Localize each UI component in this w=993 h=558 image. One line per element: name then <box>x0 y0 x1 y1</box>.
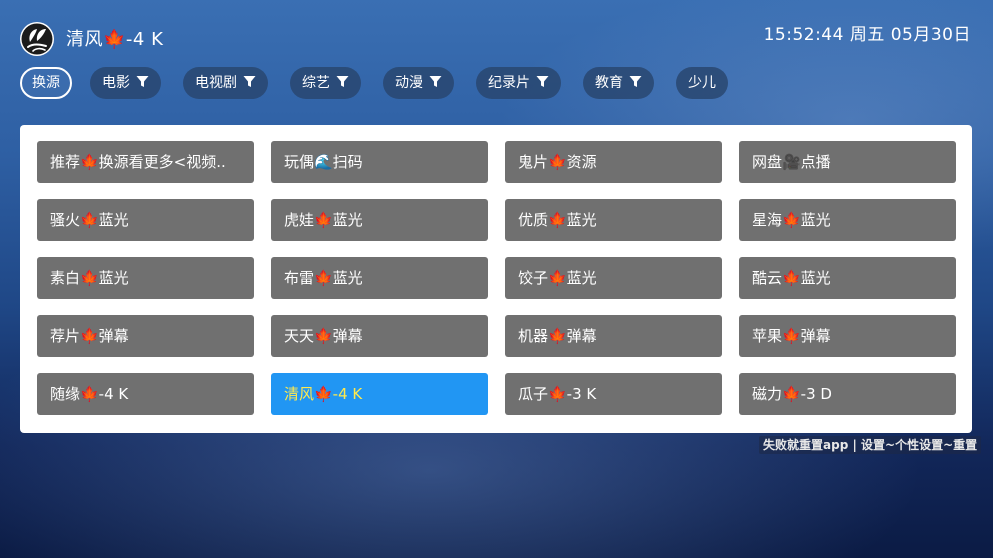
category-tv-series-chip[interactable]: 电视剧 <box>183 67 268 99</box>
chip-label: 动漫 <box>395 75 423 91</box>
chip-label: 教育 <box>595 75 623 91</box>
chip-label: 换源 <box>32 75 60 91</box>
source-button[interactable]: 布雷🍁蓝光 <box>271 257 488 299</box>
source-button[interactable]: 优质🍁蓝光 <box>505 199 722 241</box>
source-button[interactable]: 素白🍁蓝光 <box>37 257 254 299</box>
category-documentary-chip[interactable]: 纪录片 <box>476 67 561 99</box>
source-button[interactable]: 随缘🍁-4 K <box>37 373 254 415</box>
source-button[interactable]: 虎娃🍁蓝光 <box>271 199 488 241</box>
source-button[interactable]: 玩偶🌊扫码 <box>271 141 488 183</box>
filter-funnel-icon <box>336 68 349 87</box>
category-education-chip[interactable]: 教育 <box>583 67 654 99</box>
filter-funnel-icon <box>536 68 549 87</box>
chip-label: 纪录片 <box>488 75 530 91</box>
source-button[interactable]: 瓜子🍁-3 K <box>505 373 722 415</box>
chip-label: 电视剧 <box>195 75 237 91</box>
source-select-panel: 推荐🍁换源看更多<视频.. 玩偶🌊扫码 鬼片🍁资源 网盘🎥点播 骚火🍁蓝光 虎娃… <box>20 125 972 433</box>
category-variety-chip[interactable]: 综艺 <box>290 67 361 99</box>
tvbox-leaf-logo-icon <box>19 21 55 57</box>
current-source-title: 清风🍁-4 K <box>66 29 164 50</box>
source-button[interactable]: 酷云🍁蓝光 <box>739 257 956 299</box>
chip-label: 综艺 <box>302 75 330 91</box>
category-anime-chip[interactable]: 动漫 <box>383 67 454 99</box>
source-button[interactable]: 网盘🎥点播 <box>739 141 956 183</box>
filter-funnel-icon <box>629 68 642 87</box>
reset-hint-text: 失败就重置app | 设置~个性设置~重置 <box>759 436 982 454</box>
filter-funnel-icon <box>243 68 256 87</box>
source-button[interactable]: 荐片🍁弹幕 <box>37 315 254 357</box>
source-grid: 推荐🍁换源看更多<视频.. 玩偶🌊扫码 鬼片🍁资源 网盘🎥点播 骚火🍁蓝光 虎娃… <box>37 141 956 415</box>
source-button-selected[interactable]: 清风🍁-4 K <box>271 373 488 415</box>
source-button[interactable]: 推荐🍁换源看更多<视频.. <box>37 141 254 183</box>
category-movie-chip[interactable]: 电影 <box>90 67 161 99</box>
source-button[interactable]: 骚火🍁蓝光 <box>37 199 254 241</box>
source-button[interactable]: 星海🍁蓝光 <box>739 199 956 241</box>
source-button[interactable]: 机器🍁弹幕 <box>505 315 722 357</box>
chip-label: 电影 <box>102 75 130 91</box>
source-button[interactable]: 饺子🍁蓝光 <box>505 257 722 299</box>
clock: 15:52:44 周五 05月30日 <box>763 25 971 45</box>
source-button[interactable]: 天天🍁弹幕 <box>271 315 488 357</box>
source-button[interactable]: 苹果🍁弹幕 <box>739 315 956 357</box>
source-button[interactable]: 磁力🍁-3 D <box>739 373 956 415</box>
filter-funnel-icon <box>429 68 442 87</box>
chip-label: 少儿 <box>688 75 716 91</box>
switch-source-button[interactable]: 换源 <box>20 67 72 99</box>
source-button[interactable]: 鬼片🍁资源 <box>505 141 722 183</box>
filter-funnel-icon <box>136 68 149 87</box>
category-kids-chip[interactable]: 少儿 <box>676 67 728 99</box>
